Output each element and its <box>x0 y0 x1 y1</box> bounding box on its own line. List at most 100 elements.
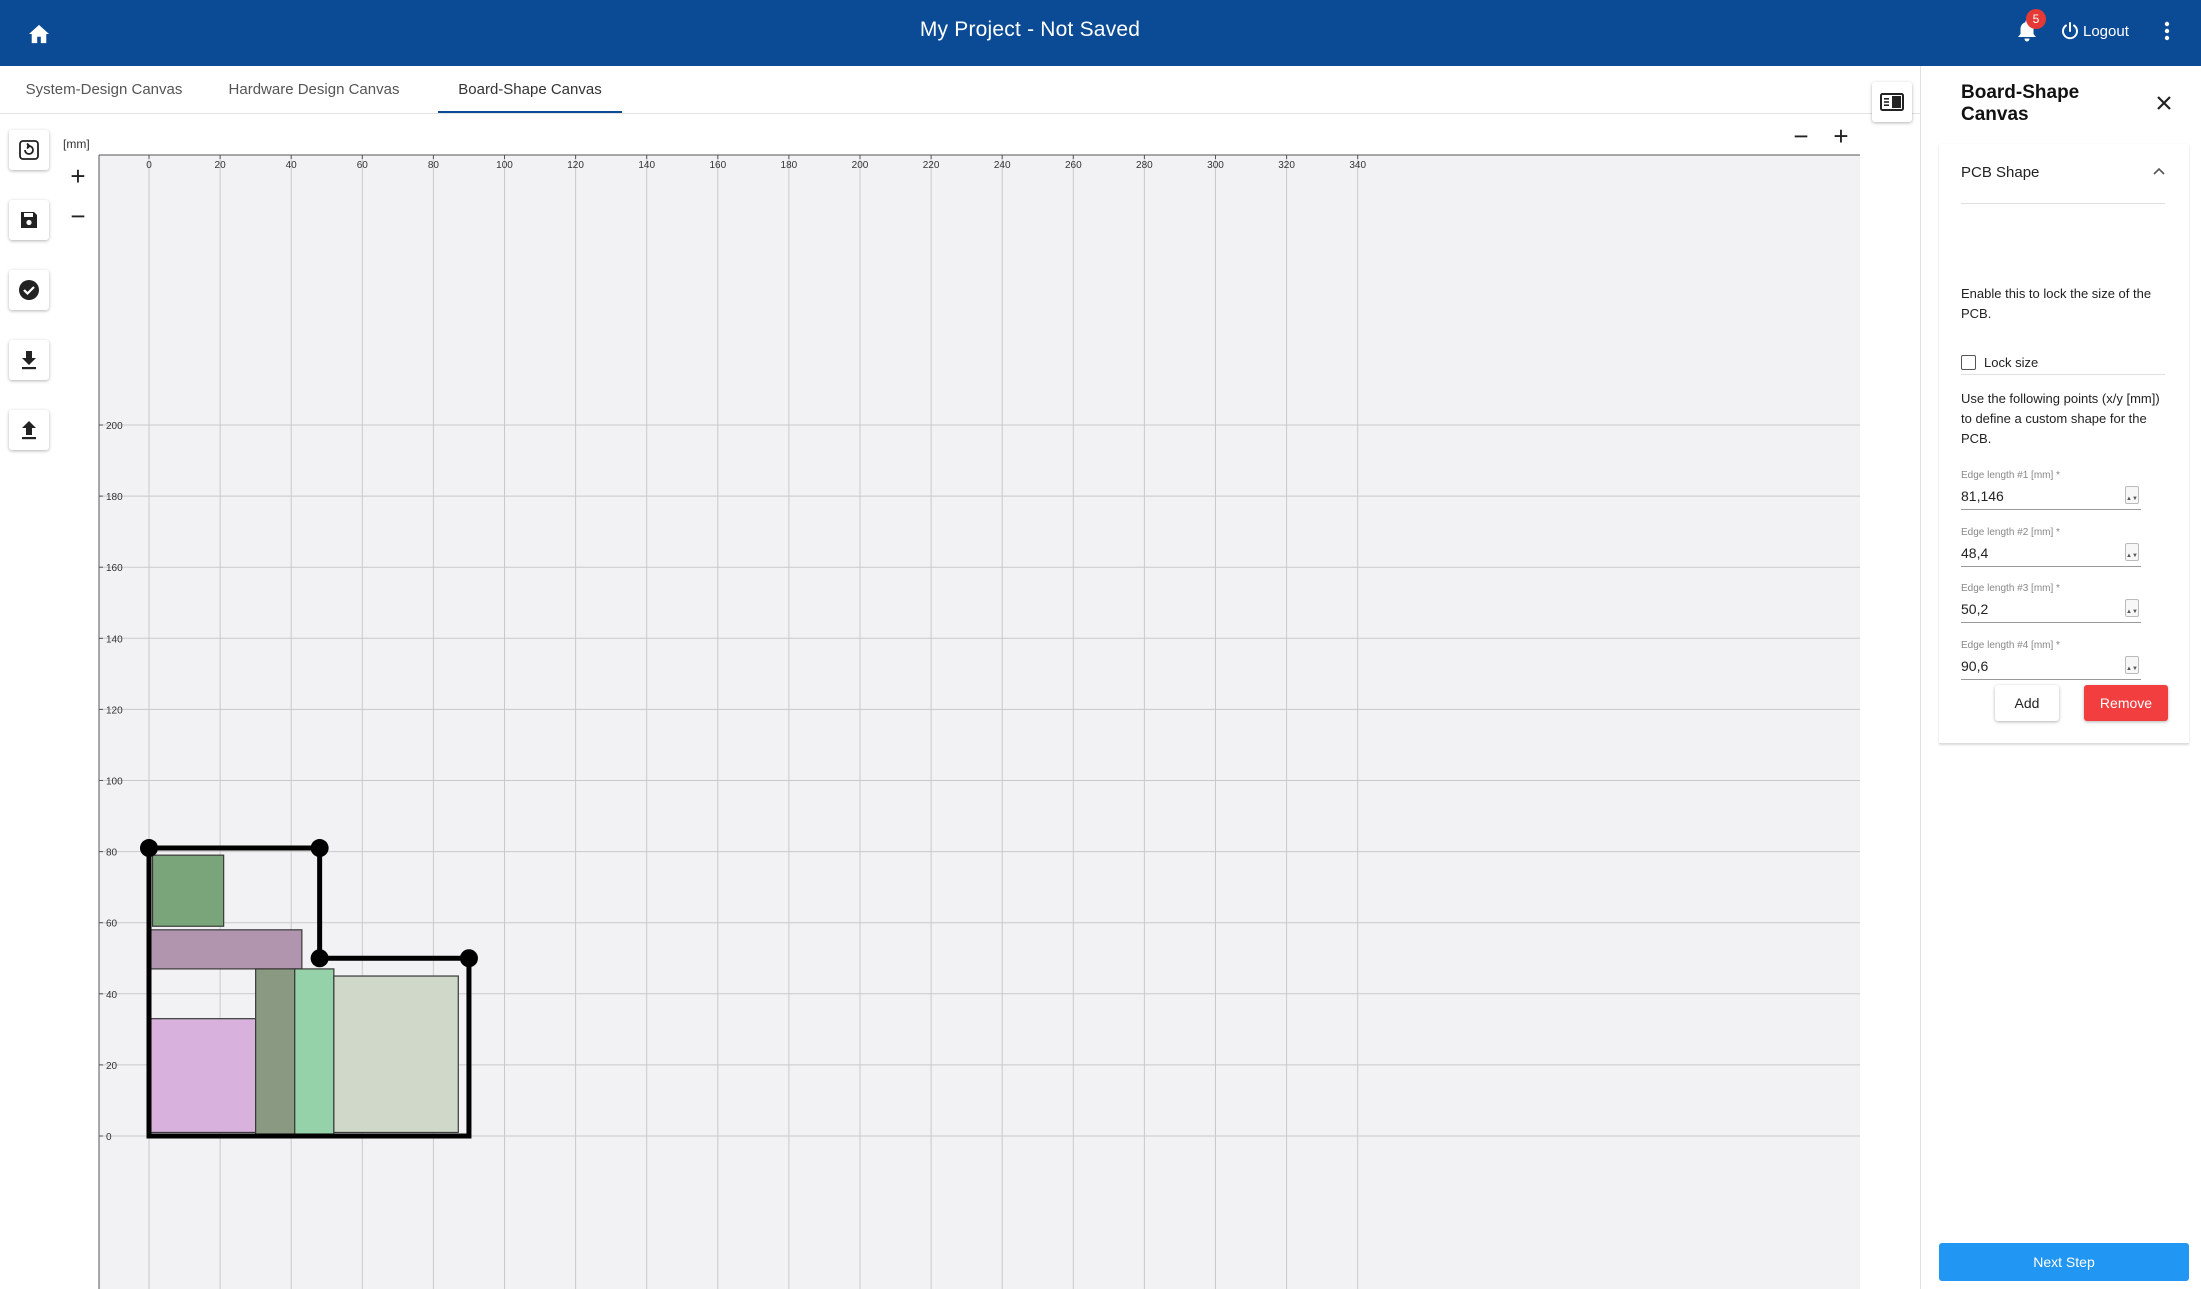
tick-label-x: 200 <box>852 160 869 171</box>
pcb-vertex-handle[interactable] <box>310 949 329 968</box>
number-spinner-icon[interactable]: ▲▼ <box>2125 599 2139 617</box>
tick-label-y: 0 <box>106 1132 112 1143</box>
edge-length-4-field: Edge length #4 [mm] * 90,6 ▲▼ <box>1961 640 2141 680</box>
toggle-panel-button[interactable] <box>1872 82 1912 122</box>
lock-size-checkbox[interactable]: Lock size <box>1961 352 2038 372</box>
component-block[interactable] <box>148 929 303 970</box>
check-circle-icon <box>19 280 39 300</box>
board-shape-canvas[interactable]: 0 20 40 60 80 100 120 140 160 180 200 220 240 260 280 3… <box>0 114 1920 1289</box>
custom-shape-description: Use the following points (x/y [mm]) to d… <box>1961 391 2160 446</box>
logout-label: Logout <box>2083 22 2129 40</box>
side-panel-icon <box>1880 93 1904 111</box>
tick-label-y: 200 <box>106 421 123 432</box>
tick-label-x: 180 <box>781 160 798 171</box>
edge-length-4-value: 90,6 <box>1961 658 1989 674</box>
tick-label-y: 40 <box>106 990 118 1001</box>
save-icon <box>21 212 37 228</box>
tick-label-y: 180 <box>106 492 123 503</box>
grid-zoom-out-button[interactable]: − <box>1788 123 1814 149</box>
save-button[interactable] <box>9 200 49 240</box>
chevron-up-icon <box>2153 162 2165 180</box>
number-spinner-icon[interactable]: ▲▼ <box>2125 543 2139 561</box>
edge-length-4-input[interactable]: 90,6 ▲▼ <box>1961 654 2141 680</box>
tick-label-x: 140 <box>638 160 655 171</box>
upload-button[interactable] <box>9 410 49 450</box>
tick-label-x: 240 <box>994 160 1011 171</box>
pcb-vertex-handle[interactable] <box>459 949 478 968</box>
logout-button[interactable]: Logout <box>2061 18 2129 44</box>
tick-label-x: 60 <box>357 160 369 171</box>
pcb-canvas-grid[interactable]: 0 20 40 60 80 100 120 140 160 180 200 220 240 260 280 3… <box>0 114 1920 1289</box>
pcb-shape-section-header[interactable]: PCB Shape <box>1961 144 2165 204</box>
edge-length-1-field: Edge length #1 [mm] * 81,146 ▲▼ <box>1961 470 2141 510</box>
properties-panel: Board-Shape Canvas PCB Shape Enable this… <box>1920 66 2201 1289</box>
lock-size-description: Enable this to lock the size of the PCB. <box>1961 286 2152 321</box>
divider <box>1961 374 2165 375</box>
validate-button[interactable] <box>9 270 49 310</box>
edge-length-1-input[interactable]: 81,146 ▲▼ <box>1961 484 2141 510</box>
tick-label-y: 80 <box>106 848 118 859</box>
tick-label-x: 120 <box>567 160 584 171</box>
close-panel-button[interactable] <box>2151 90 2177 116</box>
tick-label-x: 40 <box>286 160 298 171</box>
more-menu-button[interactable] <box>2156 16 2178 46</box>
edge-length-2-value: 48,4 <box>1961 545 1989 561</box>
tick-label-x: 20 <box>215 160 227 171</box>
edge-length-1-label: Edge length #1 [mm] * <box>1961 470 2060 481</box>
tick-label-x: 280 <box>1136 160 1153 171</box>
unit-label: [mm] <box>63 137 90 151</box>
power-icon <box>2062 22 2078 40</box>
project-title: My Project - Not Saved <box>919 18 1141 41</box>
reset-button[interactable] <box>9 130 49 170</box>
tick-label-x: 80 <box>428 160 440 171</box>
download-icon <box>22 351 36 370</box>
edge-length-2-label: Edge length #2 [mm] * <box>1961 527 2060 538</box>
checkbox-icon <box>1961 354 1976 370</box>
more-vert-icon <box>2164 21 2170 41</box>
canvas-zoom-in-button[interactable]: + <box>65 163 91 189</box>
tick-label-x: 0 <box>146 160 152 171</box>
tab-hardware-design-canvas[interactable]: Hardware Design Canvas <box>218 66 410 113</box>
lock-size-label: Lock size <box>1984 354 2039 370</box>
component-block[interactable] <box>255 968 296 1137</box>
pcb-vertex-handle[interactable] <box>140 839 158 858</box>
component-block[interactable] <box>333 975 459 1134</box>
tick-label-y: 20 <box>106 1061 118 1072</box>
remove-point-button[interactable]: Remove <box>2084 685 2168 721</box>
tick-label-x: 160 <box>709 160 726 171</box>
component-block[interactable] <box>151 854 225 927</box>
edge-length-3-value: 50,2 <box>1961 601 1989 617</box>
tab-board-shape-canvas[interactable]: Board-Shape Canvas <box>438 66 622 113</box>
grid-zoom-in-button[interactable]: + <box>1828 123 1854 149</box>
canvas-zoom-out-button[interactable]: − <box>65 203 91 229</box>
tick-label-x: 100 <box>496 160 513 171</box>
edge-length-4-label: Edge length #4 [mm] * <box>1961 640 2060 651</box>
close-icon <box>2157 96 2171 110</box>
add-point-button[interactable]: Add <box>1995 685 2059 721</box>
edge-length-3-field: Edge length #3 [mm] * 50,2 ▲▼ <box>1961 583 2141 623</box>
number-spinner-icon[interactable]: ▲▼ <box>2125 486 2139 504</box>
tick-label-x: 300 <box>1207 160 1224 171</box>
reset-icon <box>19 140 39 160</box>
tick-label-y: 60 <box>106 919 118 930</box>
edge-length-2-field: Edge length #2 [mm] * 48,4 ▲▼ <box>1961 527 2141 567</box>
component-block[interactable] <box>148 1018 257 1134</box>
component-block[interactable] <box>294 968 335 1137</box>
edge-length-1-value: 81,146 <box>1961 488 2004 504</box>
tab-system-design-canvas[interactable]: System-Design Canvas <box>14 66 194 113</box>
tick-label-y: 140 <box>106 634 123 645</box>
notification-count-badge: 5 <box>2026 9 2046 29</box>
number-spinner-icon[interactable]: ▲▼ <box>2125 656 2139 674</box>
pcb-shape-section-label: PCB Shape <box>1961 164 2040 181</box>
edge-length-3-label: Edge length #3 [mm] * <box>1961 583 2060 594</box>
canvas-tabs: System-Design Canvas Hardware Design Can… <box>0 66 1920 114</box>
edge-length-3-input[interactable]: 50,2 ▲▼ <box>1961 597 2141 623</box>
next-step-button[interactable]: Next Step <box>1939 1243 2189 1281</box>
tick-label-x: 340 <box>1349 160 1366 171</box>
pcb-vertex-handle[interactable] <box>310 839 329 858</box>
panel-title: Board-Shape Canvas <box>1961 82 2080 125</box>
tick-label-x: 320 <box>1278 160 1295 171</box>
edge-length-2-input[interactable]: 48,4 ▲▼ <box>1961 541 2141 567</box>
download-button[interactable] <box>9 340 49 380</box>
upload-icon <box>22 421 36 440</box>
